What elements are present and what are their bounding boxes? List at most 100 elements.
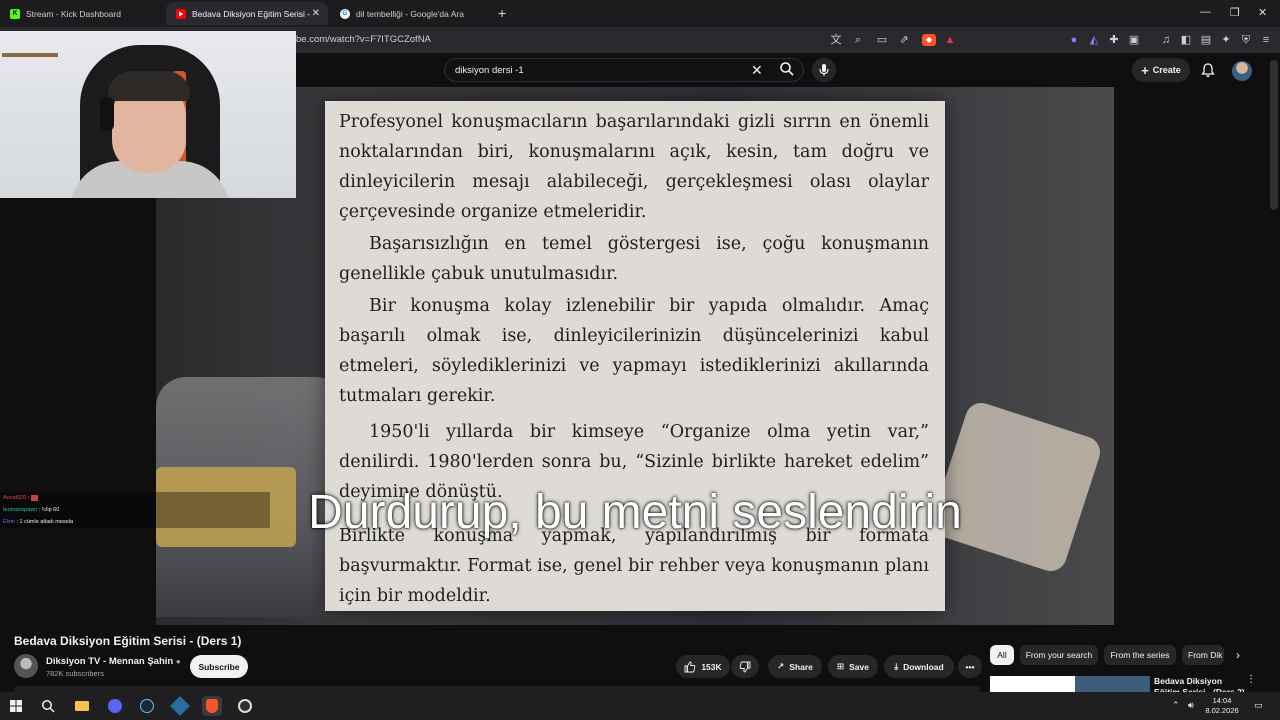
chip-from-the-series[interactable]: From the series	[1104, 645, 1176, 665]
new-tab-icon[interactable]: +	[498, 5, 506, 21]
channel-avatar[interactable]	[14, 654, 38, 678]
bookmark-icon: ⊞	[837, 661, 845, 671]
search-box[interactable]: diksiyon dersi -1 ✕	[444, 58, 804, 82]
voice-search-button[interactable]	[812, 58, 836, 82]
chip-from-your-search[interactable]: From your search	[1020, 645, 1098, 665]
video-caption: Durdurup, bu metni seslendirin	[308, 486, 962, 539]
page-paragraph: Profesyonel konuşmacıların başarılarında…	[339, 112, 929, 222]
tab-title: dil tembelliği - Google'da Ara	[356, 8, 464, 19]
subscribe-button[interactable]: Subscribe	[190, 655, 248, 678]
system-clock[interactable]: 14:04 8.02.2026	[1200, 696, 1244, 716]
clear-search-icon[interactable]: ✕	[751, 62, 763, 79]
clock-time: 14:04	[1212, 696, 1232, 705]
more-icon: •••	[965, 661, 975, 672]
volume-icon[interactable]: 🔊︎	[1188, 700, 1194, 711]
download-label: Download	[903, 661, 944, 672]
recommended-more-icon[interactable]: ⋮	[1246, 674, 1256, 685]
discord-icon[interactable]	[105, 696, 125, 716]
account-avatar[interactable]	[1232, 61, 1252, 81]
video-player[interactable]: Profesyonel konuşmacıların başarılarında…	[156, 87, 1114, 625]
close-tab-icon[interactable]: ✕	[312, 8, 320, 19]
verified-icon: ●	[175, 657, 181, 666]
subscriber-count: 782K subscribers	[46, 669, 104, 678]
tab-kick-dashboard[interactable]: K Stream - Kick Dashboard	[0, 2, 166, 25]
chip-from-channel[interactable]: From Dik	[1182, 645, 1224, 665]
app-icon[interactable]	[170, 696, 190, 716]
media-icon[interactable]: ♫	[1160, 34, 1172, 46]
plus-icon: +	[1141, 62, 1149, 78]
kick-icon: K	[10, 8, 20, 19]
chat-message: Elvin : 1 cümle atladı mesela	[3, 519, 74, 525]
search-taskbar-icon[interactable]	[38, 696, 58, 716]
brave-browser-icon[interactable]	[202, 696, 222, 716]
chip-all[interactable]: All	[990, 645, 1014, 665]
notifications-bell-icon[interactable]	[1200, 62, 1216, 78]
streamer-webcam	[0, 31, 296, 198]
like-button[interactable]: 153K	[676, 655, 730, 678]
emote-icon	[30, 494, 38, 501]
extensions-puzzle-icon[interactable]: ✚	[1108, 34, 1120, 46]
tab-title: Bedava Diksiyon Eğitim Serisi - (	[192, 8, 310, 19]
dislike-button[interactable]	[731, 655, 759, 678]
file-explorer-icon[interactable]	[72, 696, 92, 716]
leo-ai-icon[interactable]: ✦	[1220, 34, 1232, 46]
extension-icon[interactable]: ●	[1068, 34, 1080, 46]
obs-icon[interactable]	[235, 696, 255, 716]
tab-google-search[interactable]: G dil tembelliği - Google'da Ara	[330, 2, 494, 25]
page-paragraph: Başarısızlığın en temel göstergesi ise, …	[339, 234, 929, 284]
search-input[interactable]: diksiyon dersi -1	[455, 65, 524, 76]
brave-rewards-icon[interactable]: ▲	[944, 34, 956, 46]
notification-center-icon[interactable]: ▭	[1254, 700, 1263, 711]
close-window-icon[interactable]: ✕	[1258, 6, 1267, 19]
windows-start-icon[interactable]	[6, 696, 26, 716]
steam-icon[interactable]	[137, 696, 157, 716]
wallet-icon[interactable]: ▤	[1200, 34, 1212, 46]
chat-message: teomanspawn : !clip 60	[3, 507, 60, 513]
save-label: Save	[849, 661, 869, 672]
translate-icon[interactable]: 文	[830, 34, 842, 46]
create-label: Create	[1152, 65, 1181, 75]
microphone-icon	[819, 64, 829, 76]
vpn-shield-icon[interactable]: ⛨	[1240, 34, 1252, 46]
menu-icon[interactable]: ≡	[1260, 34, 1272, 46]
brave-shields-icon[interactable]: ◆	[922, 34, 936, 46]
tray-chevron-icon[interactable]: ⌃	[1172, 700, 1180, 711]
channel-name[interactable]: Diksiyon TV - Mennan Şahin ●	[46, 656, 181, 667]
search-icon[interactable]	[779, 61, 795, 77]
recommended-thumbnail[interactable]	[990, 676, 1150, 692]
recommended-title[interactable]: Bedava Diksiyon Eğitim Serisi - (Ders 2)	[1154, 676, 1250, 692]
browser-tab-strip: K Stream - Kick Dashboard Bedava Diksiyo…	[0, 0, 1280, 27]
share-page-icon[interactable]: ⇗	[898, 34, 910, 46]
window-icon[interactable]: ▣	[1128, 34, 1140, 46]
save-button[interactable]: ⊞ Save	[828, 655, 878, 678]
download-button[interactable]: ⤓ Download	[884, 655, 954, 678]
url-text[interactable]: be.com/watch?v=F7ITGCZofNA	[296, 34, 431, 45]
sidebar-icon[interactable]: ◧	[1180, 34, 1192, 46]
share-button[interactable]: ↗ Share	[768, 655, 822, 678]
chat-message: Aosat920 :	[3, 492, 270, 504]
page-paragraph: Bir konuşma kolay izlenebilir bir yapıda…	[339, 296, 929, 406]
page-scrollbar[interactable]	[1270, 60, 1278, 210]
more-actions-button[interactable]: •••	[958, 655, 982, 678]
share-label: Share	[789, 661, 813, 672]
minimize-icon[interactable]: —	[1200, 6, 1211, 18]
video-title: Bedava Diksiyon Eğitim Serisi - (Ders 1)	[14, 634, 242, 648]
google-icon: G	[340, 8, 350, 19]
windows-taskbar: ⌃ 🔊︎ 14:04 8.02.2026 ▭	[0, 692, 1280, 720]
clock-date: 8.02.2026	[1205, 706, 1239, 715]
youtube-icon	[176, 8, 186, 19]
extension-icon[interactable]: ◭	[1088, 34, 1100, 46]
chevron-right-icon[interactable]: ›	[1236, 648, 1240, 662]
share-icon: ↗	[777, 661, 785, 671]
streamer-hair	[108, 71, 190, 101]
tab-youtube-video[interactable]: Bedava Diksiyon Eğitim Serisi - ( ✕	[166, 2, 328, 25]
stream-chat-overlay: Aosat920 : teomanspawn : !clip 60 Elvin …	[0, 492, 270, 528]
download-icon: ⤓	[894, 661, 899, 671]
thumbs-up-icon	[684, 661, 696, 672]
cast-icon[interactable]: ▭	[876, 34, 888, 46]
create-button[interactable]: + Create	[1132, 58, 1190, 82]
wall-shelf	[2, 53, 58, 57]
zoom-icon[interactable]: ⌕	[852, 34, 864, 46]
restore-icon[interactable]: ❐	[1230, 6, 1240, 19]
like-count: 153K	[701, 661, 722, 672]
